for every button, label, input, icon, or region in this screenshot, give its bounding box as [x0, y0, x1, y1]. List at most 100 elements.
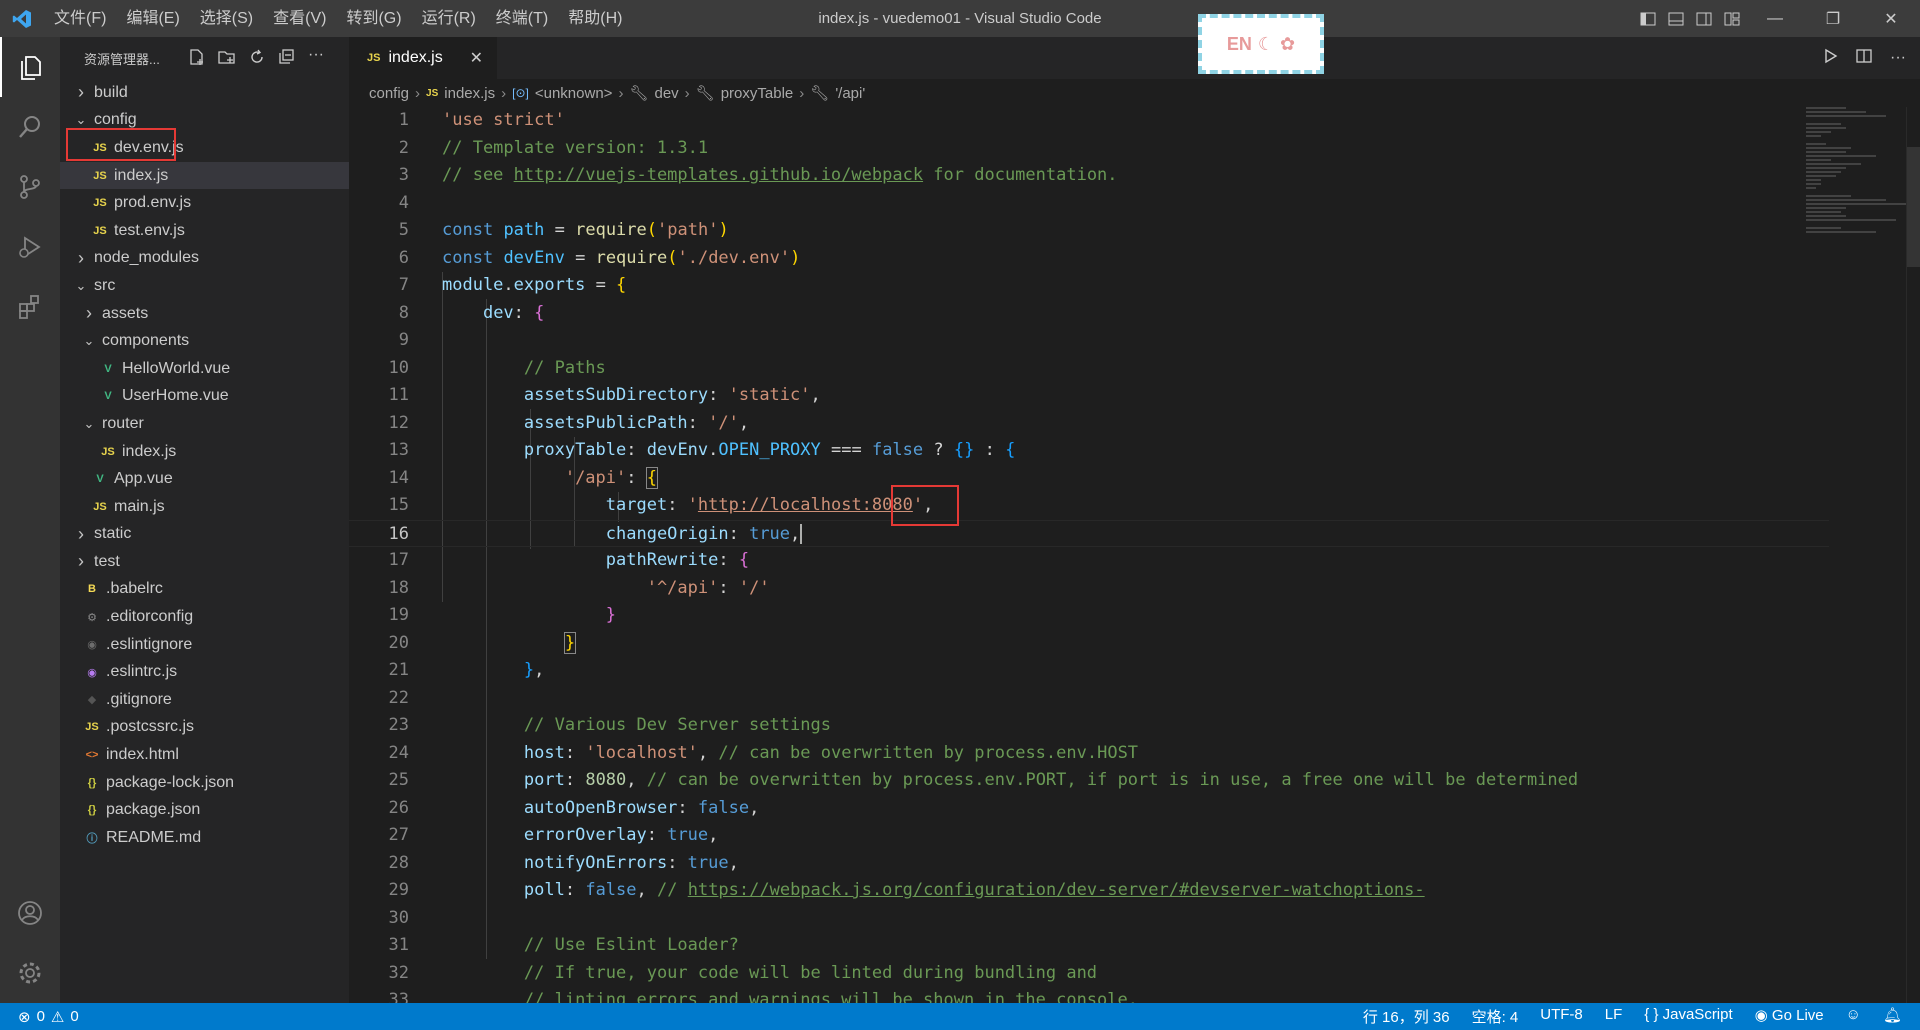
menu-run[interactable]: 运行(R)	[412, 0, 486, 37]
code-line: 21 },	[388, 660, 545, 680]
info-file-icon: ⓘ	[86, 832, 98, 845]
code-editor[interactable]: 1'use strict' 2// Template version: 1.3.…	[349, 107, 1920, 1003]
vertical-scrollbar[interactable]	[1906, 107, 1920, 1003]
tree-file-README.md[interactable]: ⓘ README.md	[60, 824, 349, 852]
code-line: 1'use strict'	[398, 110, 565, 130]
menu-go[interactable]: 转到(G)	[336, 0, 411, 37]
menu-view[interactable]: 查看(V)	[263, 0, 336, 37]
menu-terminal[interactable]: 终端(T)	[486, 0, 558, 37]
tree-file-test.env.js[interactable]: JS test.env.js	[60, 217, 349, 245]
tree-folder-config[interactable]: ⌄ config	[60, 107, 349, 135]
close-tab-icon[interactable]: ✕	[470, 48, 483, 68]
chevron-right-icon: ›	[78, 551, 84, 572]
tree-file-.postcssrc.js[interactable]: JS .postcssrc.js	[60, 714, 349, 742]
scrollbar-thumb[interactable]	[1907, 147, 1920, 267]
breadcrumb-api[interactable]: '/api'	[835, 85, 865, 102]
tree-file-package-lock.json[interactable]: {} package-lock.json	[60, 769, 349, 797]
breadcrumb-dev[interactable]: dev	[654, 85, 678, 102]
customize-layout-icon[interactable]	[1718, 0, 1746, 37]
refresh-icon[interactable]	[248, 48, 266, 69]
tree-file-index.js[interactable]: JS index.js	[60, 438, 349, 466]
tab-index-js[interactable]: JS index.js ✕	[349, 37, 497, 79]
moon-icon: ☾	[1257, 33, 1275, 54]
minimize-button[interactable]: —	[1746, 0, 1804, 37]
breadcrumb-file[interactable]: index.js	[444, 85, 495, 102]
new-folder-icon[interactable]	[218, 48, 236, 69]
minimap[interactable]	[1806, 107, 1906, 277]
broadcast-icon: ◉	[1754, 1007, 1768, 1024]
source-control-icon[interactable]	[0, 157, 60, 217]
more-actions-icon[interactable]: ···	[308, 46, 324, 69]
toggle-sidebar-icon[interactable]	[1634, 0, 1662, 37]
menu-file[interactable]: 文件(F)	[44, 0, 116, 37]
tree-file-.eslintrc.js[interactable]: ◉ .eslintrc.js	[60, 658, 349, 686]
toggle-panel-icon[interactable]	[1662, 0, 1690, 37]
menu-edit[interactable]: 编辑(E)	[116, 0, 189, 37]
split-editor-icon[interactable]	[1856, 48, 1872, 69]
encoding[interactable]: UTF-8	[1540, 1006, 1583, 1027]
explorer-icon[interactable]	[0, 37, 60, 97]
breadcrumb-unknown[interactable]: <unknown>	[535, 85, 613, 102]
extensions-icon[interactable]	[0, 277, 60, 337]
js-file-icon: JS	[93, 500, 107, 513]
code-line: 8 dev: {	[398, 302, 545, 323]
language-mode[interactable]: { } JavaScript	[1644, 1006, 1732, 1027]
breadcrumb-config[interactable]: config	[369, 85, 409, 102]
toggle-secondary-sidebar-icon[interactable]	[1690, 0, 1718, 37]
ime-indicator[interactable]: EN ☾ ✿	[1198, 14, 1324, 74]
error-count[interactable]: 0	[37, 1008, 45, 1026]
indentation[interactable]: 空格: 4	[1472, 1006, 1519, 1027]
menu-help[interactable]: 帮助(H)	[558, 0, 632, 37]
tree-label: node_modules	[94, 249, 199, 267]
settings-gear-icon[interactable]	[0, 943, 60, 1003]
cursor-position[interactable]: 行 16，列 36	[1363, 1006, 1450, 1027]
tree-file-main.js[interactable]: JS main.js	[60, 493, 349, 521]
warning-count[interactable]: 0	[70, 1008, 78, 1026]
tree-folder-static[interactable]: › static	[60, 521, 349, 549]
chevron-right-icon: ›	[86, 303, 92, 324]
tree-label: index.js	[122, 442, 177, 460]
tree-folder-router[interactable]: ⌄ router	[60, 410, 349, 438]
code-line: 20 }	[388, 631, 577, 654]
menu-selection[interactable]: 选择(S)	[190, 0, 263, 37]
tree-file-UserHome.vue[interactable]: V UserHome.vue	[60, 383, 349, 411]
gear-icon: ⚙	[87, 611, 97, 624]
tree-folder-node_modules[interactable]: › node_modules	[60, 245, 349, 273]
run-debug-icon[interactable]	[0, 217, 60, 277]
tree-file-.babelrc[interactable]: B .babelrc	[60, 576, 349, 604]
tree-file-index.html[interactable]: <> index.html	[60, 741, 349, 769]
breadcrumb-proxytable[interactable]: proxyTable	[721, 85, 794, 102]
tree-file-.gitignore[interactable]: ◆ .gitignore	[60, 686, 349, 714]
go-live-button[interactable]: ◉ Go Live	[1755, 1006, 1824, 1027]
tree-label: config	[94, 111, 137, 129]
tree-folder-test[interactable]: › test	[60, 548, 349, 576]
collapse-all-icon[interactable]	[278, 48, 296, 69]
tree-folder-components[interactable]: ⌄ components	[60, 327, 349, 355]
code-line: 6 const devEnv = require('./dev.env')	[398, 247, 801, 268]
tree-file-.eslintignore[interactable]: ◉ .eslintignore	[60, 631, 349, 659]
tree-file-prod.env.js[interactable]: JS prod.env.js	[60, 189, 349, 217]
tree-file-App.vue[interactable]: V App.vue	[60, 465, 349, 493]
accounts-icon[interactable]	[0, 883, 60, 943]
run-icon[interactable]	[1822, 48, 1838, 69]
tree-file-HelloWorld.vue[interactable]: V HelloWorld.vue	[60, 355, 349, 383]
tree-folder-src[interactable]: ⌄ src	[60, 272, 349, 300]
notifications-bell-icon[interactable]: 🔔︎	[1883, 1006, 1902, 1027]
end-of-line[interactable]: LF	[1605, 1006, 1623, 1027]
new-file-icon[interactable]	[188, 48, 206, 69]
tree-file-index.js[interactable]: JS index.js	[60, 161, 349, 190]
search-icon[interactable]	[0, 97, 60, 157]
feedback-icon[interactable]: ☺	[1846, 1006, 1861, 1027]
error-icon[interactable]: ⊗	[18, 1008, 31, 1026]
tree-label: HelloWorld.vue	[122, 359, 231, 377]
tree-file-dev.env.js[interactable]: JS dev.env.js	[60, 134, 349, 162]
tree-file-package.json[interactable]: {} package.json	[60, 796, 349, 824]
tree-file-.editorconfig[interactable]: ⚙ .editorconfig	[60, 603, 349, 631]
tree-folder-assets[interactable]: › assets	[60, 300, 349, 328]
warning-icon[interactable]: ⚠	[51, 1008, 64, 1026]
restore-button[interactable]: ❐	[1804, 0, 1862, 37]
editor-more-icon[interactable]: ···	[1890, 49, 1906, 67]
tree-folder-build[interactable]: › build	[60, 79, 349, 107]
close-window-button[interactable]: ✕	[1862, 0, 1920, 37]
tree-label: test.env.js	[114, 221, 185, 239]
